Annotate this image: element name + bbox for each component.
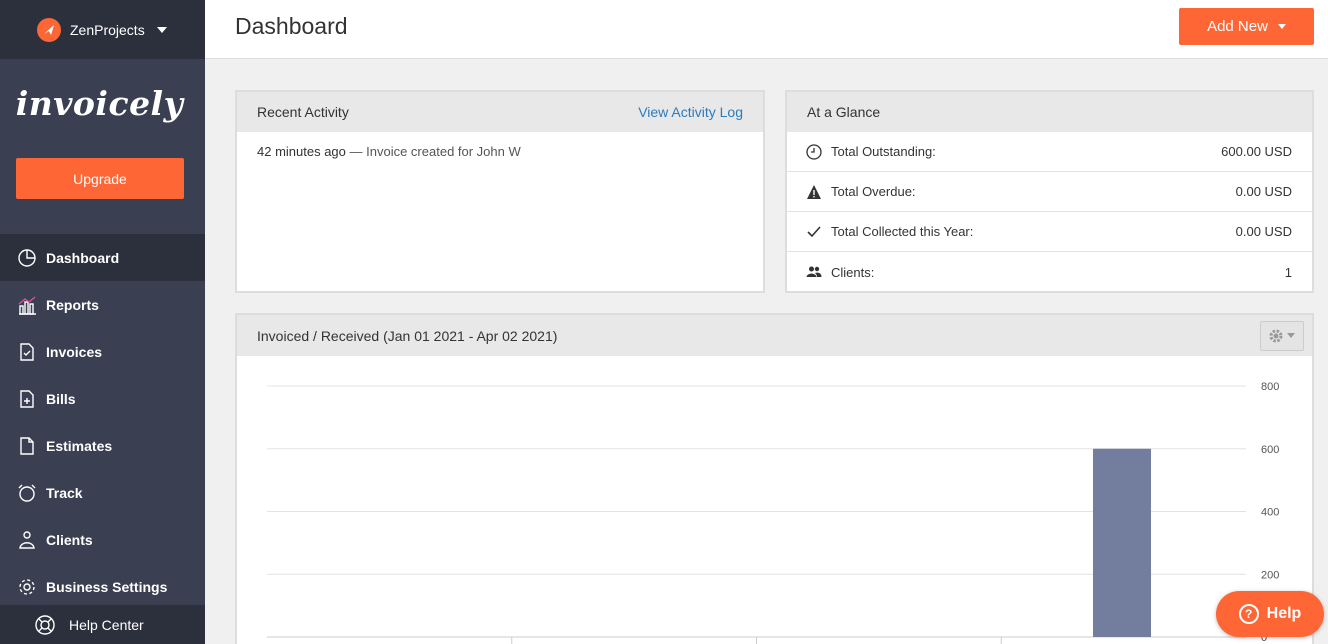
glance-row-clients: Clients: 1 [787,252,1312,292]
help-center-label: Help Center [69,616,144,633]
at-a-glance-panel: At a Glance Total Outstanding: 600.00 US… [785,90,1314,293]
panel-header: At a Glance [787,92,1312,132]
people-icon [805,263,823,281]
view-activity-log-link[interactable]: View Activity Log [638,104,743,120]
panel-header: Invoiced / Received (Jan 01 2021 - Apr 0… [237,315,1312,356]
invoiced-received-chart: 0200400600800 [267,381,1279,644]
help-button-label: Help [1266,605,1302,622]
sidebar-item-label: Track [46,484,83,501]
alarm-clock-icon [16,482,38,504]
sidebar-item-label: Reports [46,296,99,313]
clock-icon [805,143,823,161]
add-new-button[interactable]: Add New [1179,8,1314,45]
sidebar-item-track[interactable]: Track [0,469,205,516]
warning-icon [805,183,823,201]
brand-logo[interactable]: invoicely [0,59,205,147]
panel-title: Invoiced / Received (Jan 01 2021 - Apr 0… [257,327,558,344]
bill-document-icon [16,388,38,410]
help-center-link[interactable]: Help Center [0,605,205,644]
pie-chart-icon [16,247,38,269]
y-tick-label: 400 [1261,507,1279,519]
org-name: ZenProjects [70,21,145,38]
glance-label: Total Outstanding: [831,144,936,159]
sidebar-nav: Dashboard Reports Invoices Bills Estimat… [0,234,205,610]
glance-row-total-overdue: Total Overdue: 0.00 USD [787,172,1312,212]
clients-icon [16,529,38,551]
glance-value: 1 [1284,264,1292,280]
question-icon: ? [1238,604,1259,624]
glance-row-total-outstanding: Total Outstanding: 600.00 USD [787,132,1312,172]
glance-label: Total Overdue: [831,184,916,199]
y-tick-label: 200 [1261,569,1279,581]
glance-row-total-collected: Total Collected this Year: 0.00 USD [787,212,1312,252]
sidebar-item-business-settings[interactable]: Business Settings [0,563,205,610]
sidebar-item-label: Bills [46,390,76,407]
panel-header: Recent Activity View Activity Log [237,92,763,132]
sidebar-item-bills[interactable]: Bills [0,375,205,422]
panel-title: Recent Activity [257,104,349,120]
recent-activity-panel: Recent Activity View Activity Log 42 min… [235,90,765,293]
sidebar-item-invoices[interactable]: Invoices [0,328,205,375]
glance-value: 0.00 USD [1235,224,1292,239]
org-switcher[interactable]: ZenProjects [0,0,205,59]
activity-text: — Invoice created for John W [345,144,521,159]
glance-label: Clients: [831,264,875,280]
checkmark-icon [805,223,823,241]
gear-icon [16,576,38,598]
top-header: Dashboard Add New [205,0,1328,59]
page-title: Dashboard [235,13,348,39]
glance-value: 0.00 USD [1235,184,1292,199]
sidebar-item-label: Business Settings [46,578,168,595]
y-tick-label: 800 [1261,381,1279,393]
sidebar: ZenProjects invoicely Upgrade Dashboard … [0,0,205,644]
gear-icon [1269,329,1283,342]
chevron-down-icon [1287,333,1295,338]
sidebar-item-label: Clients [46,531,93,548]
glance-value: 600.00 USD [1221,144,1292,159]
sidebar-item-label: Estimates [46,437,113,454]
help-button[interactable]: ? Help [1216,591,1324,637]
y-tick-label: 600 [1261,444,1279,456]
invoice-document-icon [16,341,38,363]
panel-title: At a Glance [807,104,881,120]
sidebar-item-clients[interactable]: Clients [0,516,205,563]
invoiced-received-panel: Invoiced / Received (Jan 01 2021 - Apr 0… [235,313,1314,644]
chart-bar [1093,448,1152,637]
sidebar-item-reports[interactable]: Reports [0,281,205,328]
bar-chart-icon [16,294,38,316]
estimate-document-icon [16,435,38,457]
glance-label: Total Collected this Year: [831,224,974,239]
org-logo-icon [37,17,61,42]
upgrade-button[interactable]: Upgrade [16,158,184,199]
chevron-down-icon [156,26,167,33]
activity-time: 42 minutes ago [257,144,346,159]
list-item: 42 minutes ago — Invoice created for Joh… [237,132,763,171]
add-new-label: Add New [1207,18,1268,35]
sidebar-item-label: Dashboard [46,249,120,266]
sidebar-item-dashboard[interactable]: Dashboard [0,234,205,281]
lifebuoy-icon [34,614,56,636]
sidebar-item-label: Invoices [46,343,103,360]
chart-settings-button[interactable] [1260,320,1304,351]
chevron-down-icon [1277,24,1286,29]
sidebar-item-estimates[interactable]: Estimates [0,422,205,469]
